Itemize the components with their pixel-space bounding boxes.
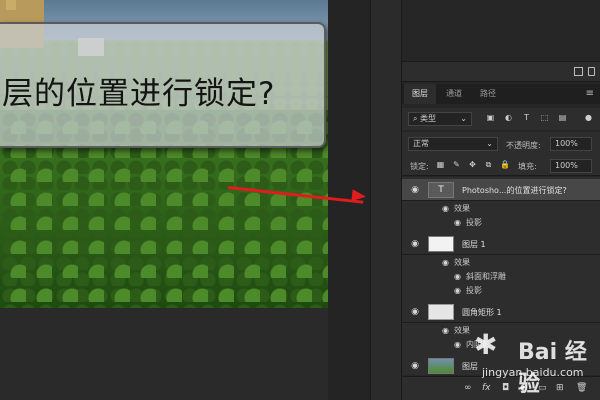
- new-group-icon[interactable]: ▭: [538, 383, 547, 393]
- effect-row[interactable]: ◉ 内阴影: [454, 339, 490, 353]
- blend-mode-value: 正常: [413, 139, 429, 148]
- panel-menu-icon[interactable]: ≡: [586, 88, 594, 99]
- pasteboard: [0, 308, 328, 400]
- fill-label: 填充:: [518, 162, 537, 171]
- effects-label: 效果: [454, 258, 470, 267]
- visibility-eye-icon[interactable]: ◉: [454, 218, 466, 227]
- lock-position-icon[interactable]: ✥: [468, 160, 477, 169]
- effect-row[interactable]: ◉ 投影: [454, 285, 482, 299]
- opacity-value: 100%: [555, 139, 578, 148]
- layers-panel: 图层 通道 路径 ≡ ⌕ 类型 ⌄ ▣ ◐ T ⬚ ▤ ● 正常 ⌄ 不透明度:…: [402, 0, 600, 400]
- delete-layer-icon[interactable]: 🗑: [576, 383, 587, 393]
- effect-row[interactable]: ◉ 斜面和浮雕: [454, 271, 506, 285]
- upper-panel-toolbar: [402, 62, 600, 82]
- add-mask-icon[interactable]: ◘: [502, 383, 509, 393]
- search-icon: ⌕: [413, 114, 418, 123]
- visibility-eye-icon[interactable]: ◉: [410, 239, 420, 249]
- fill-input[interactable]: 100%: [550, 159, 592, 173]
- effect-label: 斜面和浮雕: [466, 272, 506, 281]
- visibility-eye-icon[interactable]: ◉: [442, 258, 454, 267]
- link-layers-icon[interactable]: ∞: [464, 383, 472, 393]
- filter-kind-select[interactable]: ⌕ 类型 ⌄: [408, 112, 472, 126]
- effects-label: 效果: [454, 204, 470, 213]
- rounded-rectangle-textbox: 层的位置进行锁定?: [0, 22, 326, 148]
- effects-row[interactable]: ◉ 效果: [442, 257, 470, 271]
- layers-bottom-toolbar: ∞ fx ◘ ◐ ▭ ⊞ 🗑: [402, 376, 600, 400]
- effect-row[interactable]: ◉ 投影: [454, 217, 482, 231]
- lock-fill-row: 锁定: ▦ ✎ ✥ ⧉ 🔒 填充: 100%: [402, 156, 600, 176]
- effect-label: 投影: [466, 218, 482, 227]
- effect-label: 投影: [466, 286, 482, 295]
- adjustment-filter-icon[interactable]: ◐: [504, 113, 513, 122]
- document-canvas[interactable]: 层的位置进行锁定?: [0, 0, 328, 308]
- effects-row[interactable]: ◉ 效果: [442, 325, 470, 339]
- panel-gutter: [370, 0, 402, 400]
- visibility-eye-icon[interactable]: ◉: [442, 204, 454, 213]
- visibility-eye-icon[interactable]: ◉: [454, 272, 466, 281]
- layer-row-pixel[interactable]: ◉ 图层 1: [402, 233, 600, 255]
- shape-filter-icon[interactable]: ⬚: [540, 113, 549, 122]
- layer-row-shape[interactable]: ◉ 圆角矩形 1: [402, 301, 600, 323]
- tab-paths[interactable]: 路径: [472, 84, 504, 104]
- effect-label: 内阴影: [466, 340, 490, 349]
- opacity-input[interactable]: 100%: [550, 137, 592, 151]
- new-document-icon[interactable]: [574, 67, 583, 76]
- panel-tabs: 图层 通道 路径 ≡: [402, 84, 600, 104]
- tab-channels[interactable]: 通道: [438, 84, 470, 104]
- layer-name[interactable]: Photosho...的位置进行锁定?: [462, 185, 567, 196]
- visibility-eye-icon[interactable]: ◉: [410, 185, 420, 195]
- lock-label: 锁定:: [410, 162, 429, 171]
- layers-list: ◉ T Photosho...的位置进行锁定? ◉ 效果 ◉ 投影 ◉ 图层 1 ◉…: [402, 177, 600, 375]
- pixel-layer-thumbnail: [428, 236, 454, 252]
- image-layer-thumbnail: [428, 358, 454, 374]
- lock-artboard-icon[interactable]: ⧉: [484, 160, 493, 169]
- effects-row[interactable]: ◉ 效果: [442, 203, 470, 217]
- filter-kind-value: 类型: [420, 114, 437, 123]
- opacity-label: 不透明度:: [506, 141, 541, 150]
- lock-all-icon[interactable]: 🔒: [500, 160, 510, 169]
- tab-layers[interactable]: 图层: [404, 84, 436, 104]
- visibility-eye-icon[interactable]: ◉: [410, 361, 420, 371]
- lock-transparent-icon[interactable]: ▦: [436, 160, 445, 169]
- layer-row-text[interactable]: ◉ T Photosho...的位置进行锁定?: [402, 179, 600, 201]
- trash-icon[interactable]: [588, 67, 595, 76]
- pixel-filter-icon[interactable]: ▣: [486, 113, 495, 122]
- layer-name[interactable]: 图层 1: [462, 239, 486, 250]
- chevron-down-icon: ⌄: [460, 114, 467, 123]
- filter-toggle-icon[interactable]: ●: [584, 113, 593, 122]
- layer-name[interactable]: 图层: [462, 361, 478, 372]
- visibility-eye-icon[interactable]: ◉: [410, 307, 420, 317]
- red-arrow-head: [351, 189, 367, 203]
- blend-mode-select[interactable]: 正常 ⌄: [408, 137, 498, 151]
- effects-label: 效果: [454, 326, 470, 335]
- layer-style-icon[interactable]: fx: [482, 383, 491, 393]
- layer-row-image[interactable]: ◉ 图层: [402, 355, 600, 375]
- new-layer-icon[interactable]: ⊞: [556, 383, 564, 393]
- visibility-eye-icon[interactable]: ◉: [442, 326, 454, 335]
- adjustment-layer-icon[interactable]: ◐: [520, 383, 528, 393]
- shape-layer-thumbnail: [428, 304, 454, 320]
- canvas-area: 层的位置进行锁定?: [0, 0, 370, 400]
- blend-opacity-row: 正常 ⌄ 不透明度: 100%: [402, 132, 600, 156]
- visibility-eye-icon[interactable]: ◉: [454, 286, 466, 295]
- smart-object-filter-icon[interactable]: ▤: [558, 113, 567, 122]
- fill-value: 100%: [555, 161, 578, 170]
- chevron-down-icon: ⌄: [486, 139, 493, 148]
- type-filter-icon[interactable]: T: [522, 113, 531, 122]
- layer-filter-row: ⌕ 类型 ⌄ ▣ ◐ T ⬚ ▤ ●: [402, 108, 600, 130]
- text-layer-thumbnail: T: [428, 182, 454, 198]
- upper-panel-area: [402, 0, 600, 62]
- visibility-eye-icon[interactable]: ◉: [454, 340, 466, 349]
- overlay-text: 层的位置进行锁定?: [2, 76, 276, 112]
- lock-brush-icon[interactable]: ✎: [452, 160, 461, 169]
- layer-name[interactable]: 圆角矩形 1: [462, 307, 502, 318]
